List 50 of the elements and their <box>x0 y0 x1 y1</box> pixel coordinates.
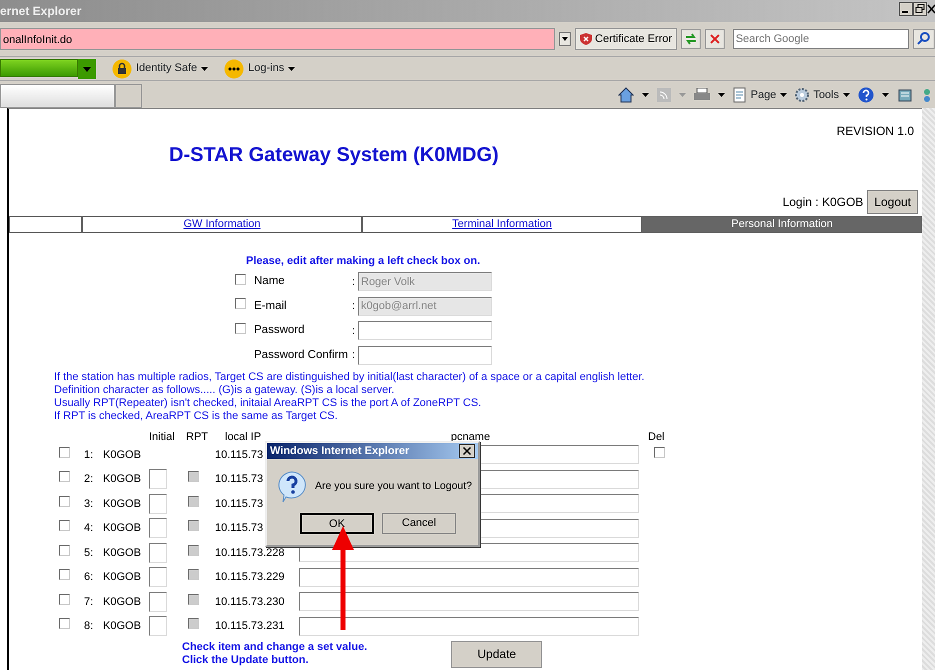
window-title: ernet Explorer <box>0 3 82 20</box>
ip-address: 10.115.73 <box>215 496 264 512</box>
ip-address: 10.115.73 <box>215 448 264 462</box>
ip-address: 10.115.73.231 <box>215 619 285 634</box>
column-header: RPT <box>186 430 208 444</box>
note-text: Usually RPT(Repeater) isn't checked, initaial AreaRPT CS is the port A of ZoneRPT CS. <box>54 396 482 410</box>
ip-address: 10.115.73.230 <box>215 594 285 610</box>
colon-label: : <box>352 299 356 314</box>
instruction-text: Click the Update button. <box>182 654 310 666</box>
ip-address: 10.115.73.228 <box>215 546 285 560</box>
row-number: 4: <box>84 521 94 536</box>
dialog-message: Are you sure you want to Logout? <box>315 479 472 494</box>
ip-address: 10.115.73 <box>215 472 264 487</box>
login-label: Login : K0GOB <box>782 194 864 211</box>
note-text: If the station has multiple radios, Target CS are distinguished by initial(last character) of a space or a capital english letter. <box>54 370 646 384</box>
field-label: Name <box>254 274 286 290</box>
callsign-label: K0GOB <box>103 521 141 536</box>
page-title: D-STAR Gateway System (K0MDG) <box>169 143 499 168</box>
colon-label: : <box>352 348 356 363</box>
callsign-label: K0GOB <box>103 546 141 560</box>
row-number: 1: <box>84 448 94 462</box>
column-header: Initial <box>149 430 175 444</box>
callsign-label: K0GOB <box>103 594 141 610</box>
callsign-label: K0GOB <box>103 619 141 634</box>
note-text: If RPT is checked, AreaRPT CS is the same as Target CS. <box>54 410 339 422</box>
row-number: 6: <box>84 570 94 585</box>
row-number: 3: <box>84 496 94 512</box>
callsign-label: K0GOB <box>103 472 141 487</box>
colon-label: : <box>352 324 356 338</box>
ip-address: 10.115.73.229 <box>215 570 285 585</box>
field-label: E-mail <box>254 298 288 314</box>
row-number: 7: <box>84 594 94 610</box>
row-number: 5: <box>84 546 94 560</box>
colon-label: : <box>352 274 356 290</box>
callsign-label: K0GOB <box>103 570 141 585</box>
row-number: 2: <box>84 472 94 487</box>
field-label: Password Confirm <box>254 348 349 363</box>
form-heading: Please, edit after making a left check box on. <box>246 254 480 269</box>
dialog-title: Windows Internet Explorer <box>270 444 410 459</box>
callsign-label: K0GOB <box>103 496 141 512</box>
callsign-label: K0GOB <box>103 448 141 462</box>
column-header: pcname <box>450 430 490 444</box>
column-header: local IP <box>224 430 262 444</box>
note-text: Definition character as follows..... (G)is a gateway. (S)is a local server. <box>54 384 396 396</box>
field-label: Password <box>254 323 306 338</box>
row-number: 8: <box>84 619 94 634</box>
revision-label: REVISION 1.0 <box>836 123 914 140</box>
ip-address: 10.115.73 <box>215 521 264 536</box>
instruction-text: Check item and change a set value. <box>182 640 368 654</box>
column-header: Del <box>648 430 665 444</box>
